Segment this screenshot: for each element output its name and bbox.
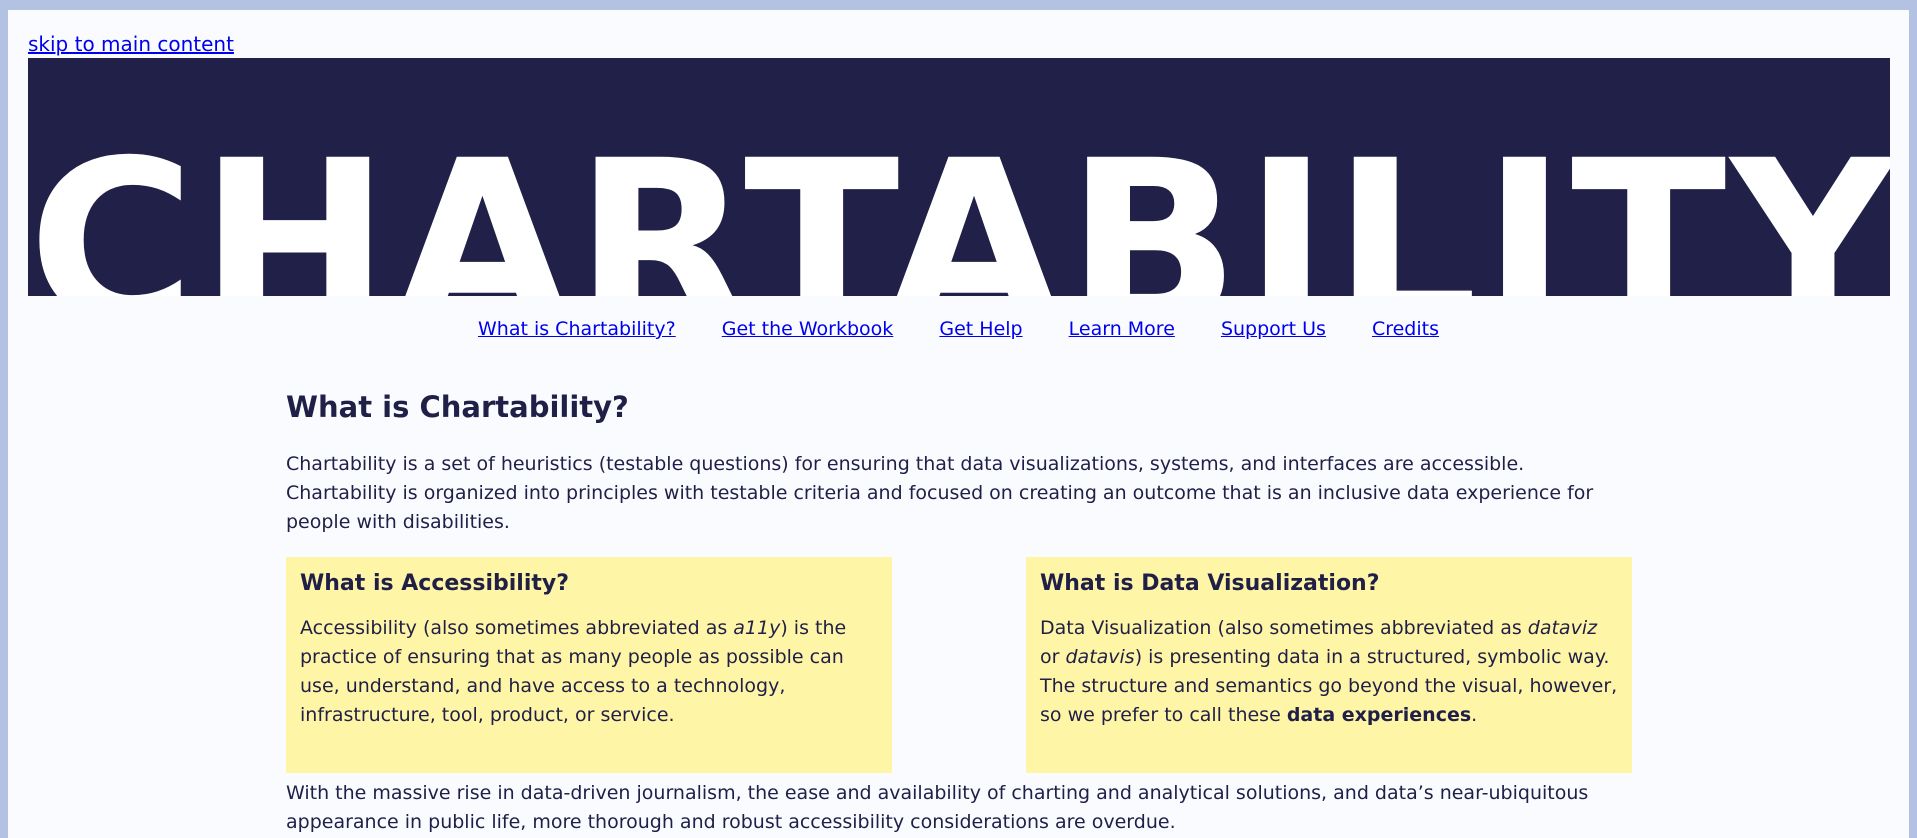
main-content: What is Chartability? Chartability is a … [286,390,1636,837]
nav-link-credits[interactable]: Credits [1372,318,1439,340]
a11y-term: a11y [733,617,781,639]
section-heading: What is Chartability? [286,390,629,424]
outro-paragraph: With the massive rise in data-driven jou… [286,782,1589,833]
datavis-term: datavis [1065,646,1135,668]
main-navigation: What is Chartability? Get the Workbook G… [8,318,1909,340]
dataviz-callout: What is Data Visualization? Data Visuali… [1026,557,1632,773]
accessibility-callout: What is Accessibility? Accessibility (al… [286,557,892,773]
site-banner: CHARTABILITY [28,58,1890,296]
nav-link-what-is-chartability[interactable]: What is Chartability? [478,318,676,340]
nav-link-get-the-workbook[interactable]: Get the Workbook [722,318,894,340]
dataviz-term: dataviz [1527,617,1598,639]
nav-link-learn-more[interactable]: Learn More [1069,318,1175,340]
dataviz-callout-text: Data Visualization (also sometimes abbre… [1040,617,1618,726]
nav-link-support-us[interactable]: Support Us [1221,318,1326,340]
accessibility-callout-title: What is Accessibility? [300,571,569,596]
data-experiences-term: data experiences [1286,704,1472,726]
dataviz-callout-title: What is Data Visualization? [1040,571,1380,596]
definition-boxes: What is Accessibility? Accessibility (al… [286,557,1636,773]
nav-link-get-help[interactable]: Get Help [939,318,1022,340]
site-title: CHARTABILITY [28,111,1890,296]
page: skip to main content CHARTABILITY What i… [8,10,1909,838]
skip-to-main-content-link[interactable]: skip to main content [28,32,234,56]
accessibility-callout-text: Accessibility (also sometimes abbreviate… [300,617,847,726]
intro-paragraph: Chartability is a set of heuristics (tes… [286,453,1594,533]
